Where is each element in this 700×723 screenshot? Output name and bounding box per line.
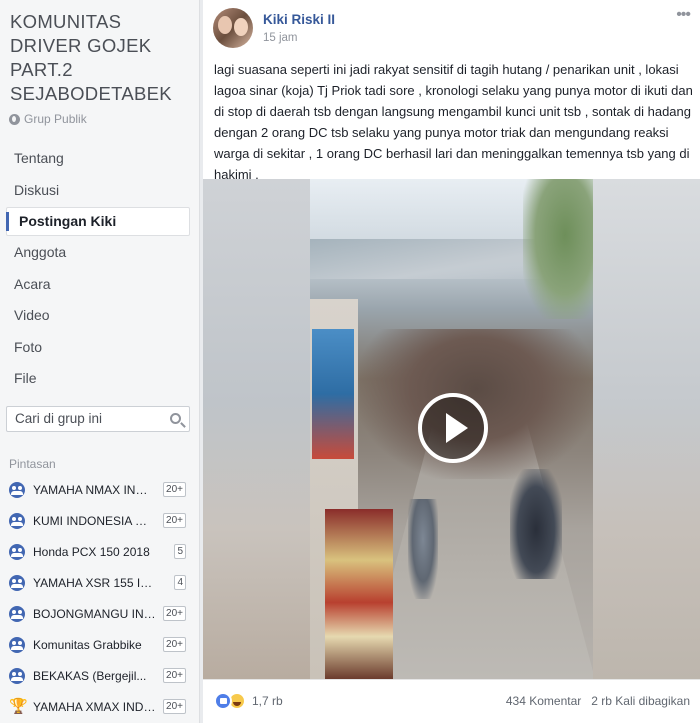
globe-icon — [9, 113, 20, 125]
shortcut-badge: 20+ — [163, 699, 186, 714]
shortcut-item[interactable]: Honda PCX 150 2018 5 — [0, 536, 200, 567]
shortcut-badge: 20+ — [163, 482, 186, 497]
shortcut-item[interactable]: Komunitas Grabbike 20+ — [0, 629, 200, 660]
nav-item-postingan[interactable]: Postingan Kiki — [6, 207, 190, 236]
post-author[interactable]: Kiki Riski II — [263, 12, 335, 27]
video-scene-poster — [312, 329, 354, 459]
group-nav: Tentang Diskusi Postingan Kiki Anggota A… — [0, 143, 200, 395]
reactions-count: 1,7 rb — [252, 694, 283, 708]
shortcut-item[interactable]: BEKAKAS (Bergejil... 20+ — [0, 660, 200, 691]
nav-item-diskusi[interactable]: Diskusi — [0, 175, 200, 207]
shortcut-item[interactable]: 🏆 YAMAHA XMAX INDONESIA 20+ — [0, 691, 200, 722]
shortcut-badge: 20+ — [163, 513, 186, 528]
shortcut-badge: 20+ — [163, 606, 186, 621]
comments-count[interactable]: 434 Komentar — [506, 694, 581, 708]
shortcut-label: YAMAHA XSR 155 INDONESIA — [33, 575, 156, 590]
shortcut-label: Honda PCX 150 2018 — [33, 544, 150, 559]
post-card: Kiki Riski II 15 jam ••• lagi suasana se… — [203, 0, 700, 723]
group-icon — [9, 512, 25, 529]
post-body: lagi suasana seperti ini jadi rakyat sen… — [214, 62, 693, 182]
shortcuts-title: Pintasan — [9, 457, 56, 471]
nav-item-video[interactable]: Video — [0, 300, 200, 332]
group-sidebar: KOMUNITAS DRIVER GOJEK PART.2 SEJABODETA… — [0, 0, 200, 723]
nav-item-file[interactable]: File — [0, 363, 200, 395]
group-privacy: Grup Publik — [9, 112, 87, 126]
shares-count[interactable]: 2 rb Kali dibagikan — [591, 694, 690, 708]
shortcut-label: BEKAKAS (Bergejil... — [33, 668, 147, 683]
like-reaction-icon — [214, 692, 232, 710]
group-icon — [9, 605, 25, 622]
video-scene-shelf — [325, 509, 393, 679]
nav-item-foto[interactable]: Foto — [0, 332, 200, 364]
post-video[interactable] — [203, 179, 700, 679]
video-scene-person — [408, 499, 438, 599]
video-scene-motorbike — [510, 469, 562, 579]
shortcut-item[interactable]: KUMI INDONESIA GROUP 20+ — [0, 505, 200, 536]
group-type-label: Grup Publik — [24, 112, 87, 126]
search-placeholder: Cari di grup ini — [15, 411, 103, 426]
shortcut-label: YAMAHA XMAX INDONESIA — [33, 699, 156, 714]
group-title[interactable]: KOMUNITAS DRIVER GOJEK PART.2 SEJABODETA… — [10, 10, 195, 106]
group-icon — [9, 667, 25, 684]
group-icon — [9, 574, 25, 591]
video-scene-tree — [523, 179, 593, 319]
shortcut-item[interactable]: YAMAHA XSR 155 INDONESIA 4 — [0, 567, 200, 598]
shortcut-item[interactable]: YAMAHA NMAX INDONESIA 20+ — [0, 474, 200, 505]
shortcut-label: KUMI INDONESIA GROUP — [33, 513, 156, 528]
shortcut-label: Komunitas Grabbike — [33, 637, 142, 652]
group-search-input[interactable]: Cari di grup ini — [6, 406, 190, 432]
video-blur-left — [203, 179, 310, 679]
shortcut-badge: 20+ — [163, 668, 186, 683]
shortcut-label: YAMAHA NMAX INDONESIA — [33, 482, 156, 497]
shortcuts-list: YAMAHA NMAX INDONESIA 20+ KUMI INDONESIA… — [0, 474, 200, 722]
search-icon[interactable] — [170, 413, 181, 424]
post-footer: 1,7 rb 434 Komentar 2 rb Kali dibagikan — [203, 679, 700, 723]
group-icon — [9, 481, 25, 498]
reactions-summary[interactable]: 1,7 rb — [214, 692, 283, 710]
shortcut-badge: 20+ — [163, 637, 186, 652]
group-icon — [9, 636, 25, 653]
play-icon[interactable] — [418, 393, 488, 463]
shortcut-item[interactable]: BOJONGMANGU INFO 20+ — [0, 598, 200, 629]
author-avatar[interactable] — [213, 8, 253, 48]
shortcut-badge: 4 — [174, 575, 186, 590]
nav-item-acara[interactable]: Acara — [0, 269, 200, 301]
shortcut-badge: 5 — [174, 544, 186, 559]
engagement-stats: 434 Komentar 2 rb Kali dibagikan — [506, 694, 690, 708]
shortcut-label: BOJONGMANGU INFO — [33, 606, 156, 621]
group-icon — [9, 543, 25, 560]
post-options-icon[interactable]: ••• — [676, 6, 691, 24]
trophy-icon: 🏆 — [9, 697, 28, 715]
nav-item-anggota[interactable]: Anggota — [0, 237, 200, 269]
post-timestamp[interactable]: 15 jam — [263, 32, 298, 44]
nav-item-tentang[interactable]: Tentang — [0, 143, 200, 175]
video-blur-right — [593, 179, 700, 679]
